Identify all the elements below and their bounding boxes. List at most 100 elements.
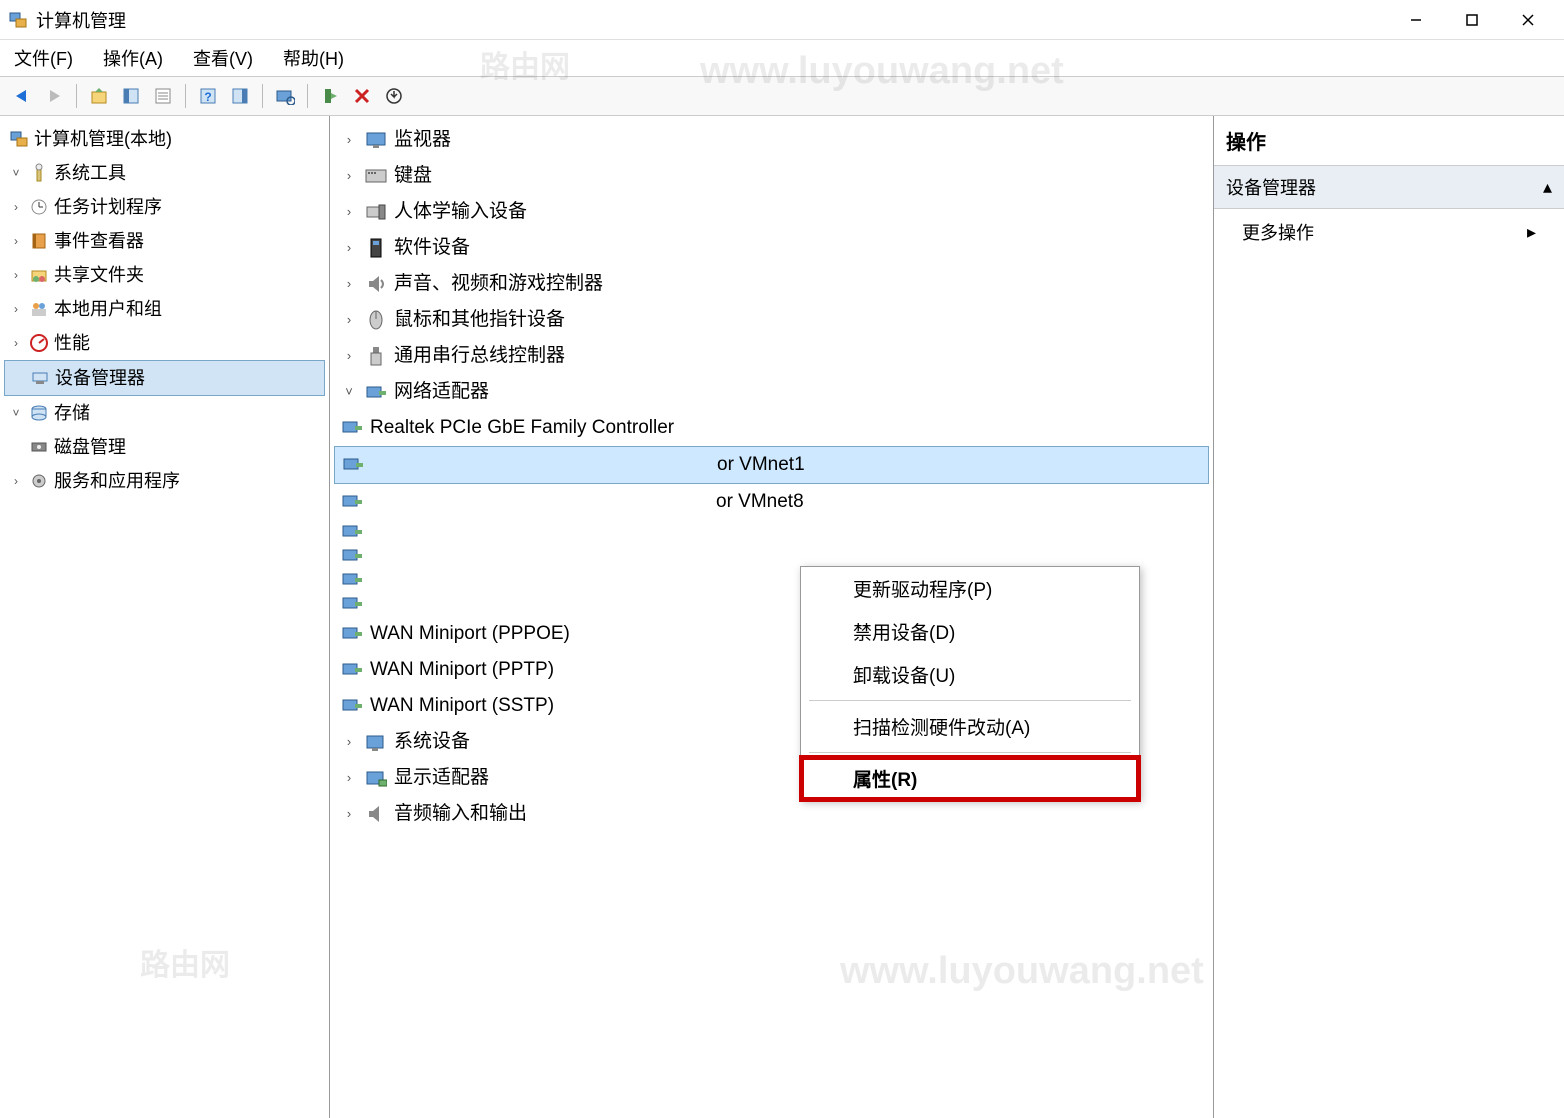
- action-pane-button[interactable]: [226, 82, 254, 110]
- users-icon: [28, 298, 50, 320]
- actions-header: 操作: [1214, 116, 1564, 165]
- tree-label: 本地用户和组: [54, 292, 162, 326]
- maximize-button[interactable]: [1444, 4, 1500, 36]
- ctx-properties[interactable]: 属性(R): [801, 757, 1139, 800]
- chevron-right-icon: ›: [8, 258, 24, 292]
- tree-services-apps[interactable]: › 服务和应用程序: [4, 464, 325, 498]
- dev-label: WAN Miniport (PPTP): [370, 652, 554, 688]
- ctx-scan-hardware[interactable]: 扫描检测硬件改动(A): [801, 705, 1139, 748]
- dev-label: WAN Miniport (PPPOE): [370, 616, 570, 652]
- nic-icon: [340, 490, 364, 514]
- actions-section[interactable]: 设备管理器 ▴: [1214, 165, 1564, 209]
- chevron-right-icon: ›: [8, 224, 24, 258]
- dev-realtek[interactable]: Realtek PCIe GbE Family Controller: [334, 410, 1209, 446]
- computer-icon: [364, 730, 388, 754]
- scan-hardware-button[interactable]: [271, 82, 299, 110]
- clock-icon: [28, 196, 50, 218]
- more-actions[interactable]: 更多操作 ▸: [1214, 209, 1564, 255]
- chevron-right-icon: ›: [340, 724, 358, 760]
- dev-label: WAN Miniport (SSTP): [370, 688, 554, 724]
- mouse-icon: [364, 308, 388, 332]
- cat-audio-io[interactable]: ›音频输入和输出: [334, 796, 1209, 832]
- tree-system-tools[interactable]: ˅ 系统工具: [4, 156, 325, 190]
- uninstall-button[interactable]: [348, 82, 376, 110]
- back-button[interactable]: [8, 82, 36, 110]
- window-controls: [1388, 4, 1556, 36]
- tree-label: 磁盘管理: [54, 430, 126, 464]
- close-button[interactable]: [1500, 4, 1556, 36]
- update-driver-button[interactable]: [380, 82, 408, 110]
- chevron-right-icon: ▸: [1527, 222, 1536, 243]
- dev-hidden-2[interactable]: [334, 544, 1209, 568]
- show-hide-tree-button[interactable]: [117, 82, 145, 110]
- ctx-disable-device[interactable]: 禁用设备(D): [801, 610, 1139, 653]
- tree-label: 设备管理器: [55, 361, 145, 395]
- right-pane: 操作 设备管理器 ▴ 更多操作 ▸: [1214, 116, 1564, 1118]
- menu-view[interactable]: 查看(V): [187, 41, 259, 75]
- toolbar: ?: [0, 76, 1564, 116]
- tree-shared-folders[interactable]: › 共享文件夹: [4, 258, 325, 292]
- cat-network-adapters[interactable]: ˅网络适配器: [334, 374, 1209, 410]
- forward-button[interactable]: [40, 82, 68, 110]
- dev-label-tail: or VMnet8: [716, 484, 804, 520]
- tree-label: 性能: [54, 326, 90, 360]
- properties-button[interactable]: [149, 82, 177, 110]
- enable-device-button[interactable]: [316, 82, 344, 110]
- hid-icon: [364, 200, 388, 224]
- toolbar-separator: [262, 84, 263, 108]
- services-icon: [28, 470, 50, 492]
- menubar: 文件(F) 操作(A) 查看(V) 帮助(H): [0, 40, 1564, 76]
- dev-label-tail: or VMnet1: [717, 447, 805, 483]
- cat-sound[interactable]: ›声音、视频和游戏控制器: [334, 266, 1209, 302]
- software-icon: [364, 236, 388, 260]
- tree-event-viewer[interactable]: › 事件查看器: [4, 224, 325, 258]
- cat-keyboards[interactable]: ›键盘: [334, 158, 1209, 194]
- cat-label: 音频输入和输出: [394, 796, 527, 832]
- tree-disk-mgmt[interactable]: 磁盘管理: [4, 430, 325, 464]
- cat-usb[interactable]: ›通用串行总线控制器: [334, 338, 1209, 374]
- chevron-right-icon: ›: [8, 326, 24, 360]
- tree-label: 事件查看器: [54, 224, 144, 258]
- tree-performance[interactable]: › 性能: [4, 326, 325, 360]
- toolbar-separator: [185, 84, 186, 108]
- cat-hid[interactable]: ›人体学输入设备: [334, 194, 1209, 230]
- cat-monitors[interactable]: › 监视器: [334, 122, 1209, 158]
- tree-task-scheduler[interactable]: › 任务计划程序: [4, 190, 325, 224]
- nic-icon: [340, 694, 364, 718]
- chevron-right-icon: ›: [340, 230, 358, 266]
- ctx-update-driver[interactable]: 更新驱动程序(P): [801, 567, 1139, 610]
- up-button[interactable]: [85, 82, 113, 110]
- menu-action[interactable]: 操作(A): [97, 41, 169, 75]
- cat-label: 显示适配器: [394, 760, 489, 796]
- chevron-right-icon: ›: [8, 190, 24, 224]
- nic-icon: [340, 622, 364, 646]
- tree-root[interactable]: 计算机管理(本地): [4, 122, 325, 156]
- menu-help[interactable]: 帮助(H): [277, 41, 350, 75]
- folder-share-icon: [28, 264, 50, 286]
- cat-software-devices[interactable]: ›软件设备: [334, 230, 1209, 266]
- minimize-button[interactable]: [1388, 4, 1444, 36]
- tree-label: 计算机管理(本地): [34, 122, 172, 156]
- tree-label: 系统工具: [54, 156, 126, 190]
- nic-icon: [341, 453, 365, 477]
- chevron-right-icon: ›: [340, 302, 358, 338]
- cat-label: 监视器: [394, 122, 451, 158]
- dev-vmnet1[interactable]: or VMnet1: [334, 446, 1209, 484]
- nic-icon: [340, 568, 364, 592]
- ctx-separator: [809, 752, 1131, 753]
- tree-local-users[interactable]: › 本地用户和组: [4, 292, 325, 326]
- help-button[interactable]: ?: [194, 82, 222, 110]
- chevron-right-icon: ›: [340, 122, 358, 158]
- tree-device-manager[interactable]: 设备管理器: [4, 360, 325, 396]
- speaker-icon: [364, 802, 388, 826]
- ctx-uninstall-device[interactable]: 卸载设备(U): [801, 653, 1139, 696]
- dev-label: Realtek PCIe GbE Family Controller: [370, 410, 674, 446]
- menu-file[interactable]: 文件(F): [8, 41, 79, 75]
- tree-storage[interactable]: ˅ 存储: [4, 396, 325, 430]
- app-icon: [8, 10, 28, 30]
- chevron-right-icon: ›: [340, 194, 358, 230]
- dev-vmnet8[interactable]: or VMnet8: [334, 484, 1209, 520]
- middle-pane: › 监视器 ›键盘 ›人体学输入设备 ›软件设备 ›声音、视频和游戏控制器 ›鼠标…: [330, 116, 1214, 1118]
- dev-hidden-1[interactable]: [334, 520, 1209, 544]
- cat-mouse[interactable]: ›鼠标和其他指针设备: [334, 302, 1209, 338]
